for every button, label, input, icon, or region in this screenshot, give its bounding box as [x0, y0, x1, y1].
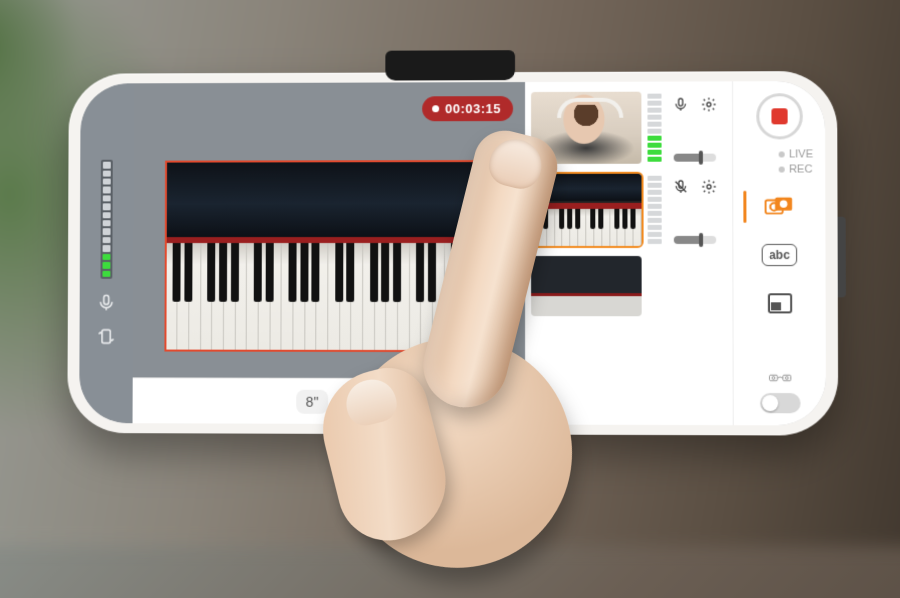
source-row-2 — [531, 174, 726, 246]
source-row-3 — [531, 256, 726, 316]
source-vu-2 — [648, 174, 662, 246]
camera-link-group — [759, 367, 800, 414]
source-controls-2 — [668, 174, 723, 246]
source-row-1 — [531, 91, 726, 164]
recording-time-pill: 00:03:15 — [422, 96, 513, 121]
mic-icon[interactable] — [96, 293, 116, 313]
mode-rec-label: REC — [789, 164, 813, 176]
master-vu-meter — [100, 160, 112, 279]
preview-content-piano — [166, 162, 492, 350]
mic-muted-icon[interactable] — [670, 176, 692, 198]
gear-icon[interactable] — [698, 93, 720, 115]
source-thumb-front-cam[interactable] — [531, 92, 641, 164]
recording-elapsed: 00:03:15 — [445, 101, 501, 116]
gain-slider-1[interactable] — [674, 154, 716, 162]
mic-on-icon[interactable] — [670, 94, 692, 116]
stop-square-icon — [771, 108, 787, 124]
tab-pip-layout[interactable] — [755, 283, 804, 323]
source-vu-1 — [647, 92, 661, 164]
gain-slider-2[interactable] — [674, 236, 716, 244]
source-thumb-back-cam[interactable] — [531, 174, 642, 246]
main-preview-area: 00:03:15 — [133, 82, 526, 424]
mode-indicator[interactable]: LIVE REC — [779, 147, 813, 178]
right-control-column: LIVE REC abc — [732, 81, 826, 425]
gear-icon[interactable] — [698, 176, 720, 198]
camera-link-toggle[interactable] — [759, 393, 800, 413]
transport-bar: 8" — [133, 377, 526, 424]
app-screen: 00:03:15 — [79, 81, 826, 425]
abc-label: abc — [762, 244, 797, 266]
recording-dot-icon — [432, 105, 439, 112]
play-button[interactable] — [338, 390, 360, 412]
phone-frame: 00:03:15 — [67, 71, 838, 436]
tab-camera-switch[interactable] — [755, 186, 804, 226]
camera-link-icon — [769, 367, 791, 389]
source-controls-1 — [668, 91, 723, 163]
tab-text-overlay[interactable]: abc — [755, 235, 804, 275]
live-preview-frame[interactable] — [164, 160, 494, 352]
mode-live-label: LIVE — [789, 148, 813, 160]
rotate-icon[interactable] — [96, 327, 116, 347]
left-tool-strip — [79, 83, 134, 423]
record-button[interactable] — [756, 93, 803, 139]
source-thumb-wide-cam[interactable] — [531, 256, 642, 316]
duration-chip[interactable]: 8" — [296, 389, 329, 413]
sources-panel — [525, 81, 733, 425]
